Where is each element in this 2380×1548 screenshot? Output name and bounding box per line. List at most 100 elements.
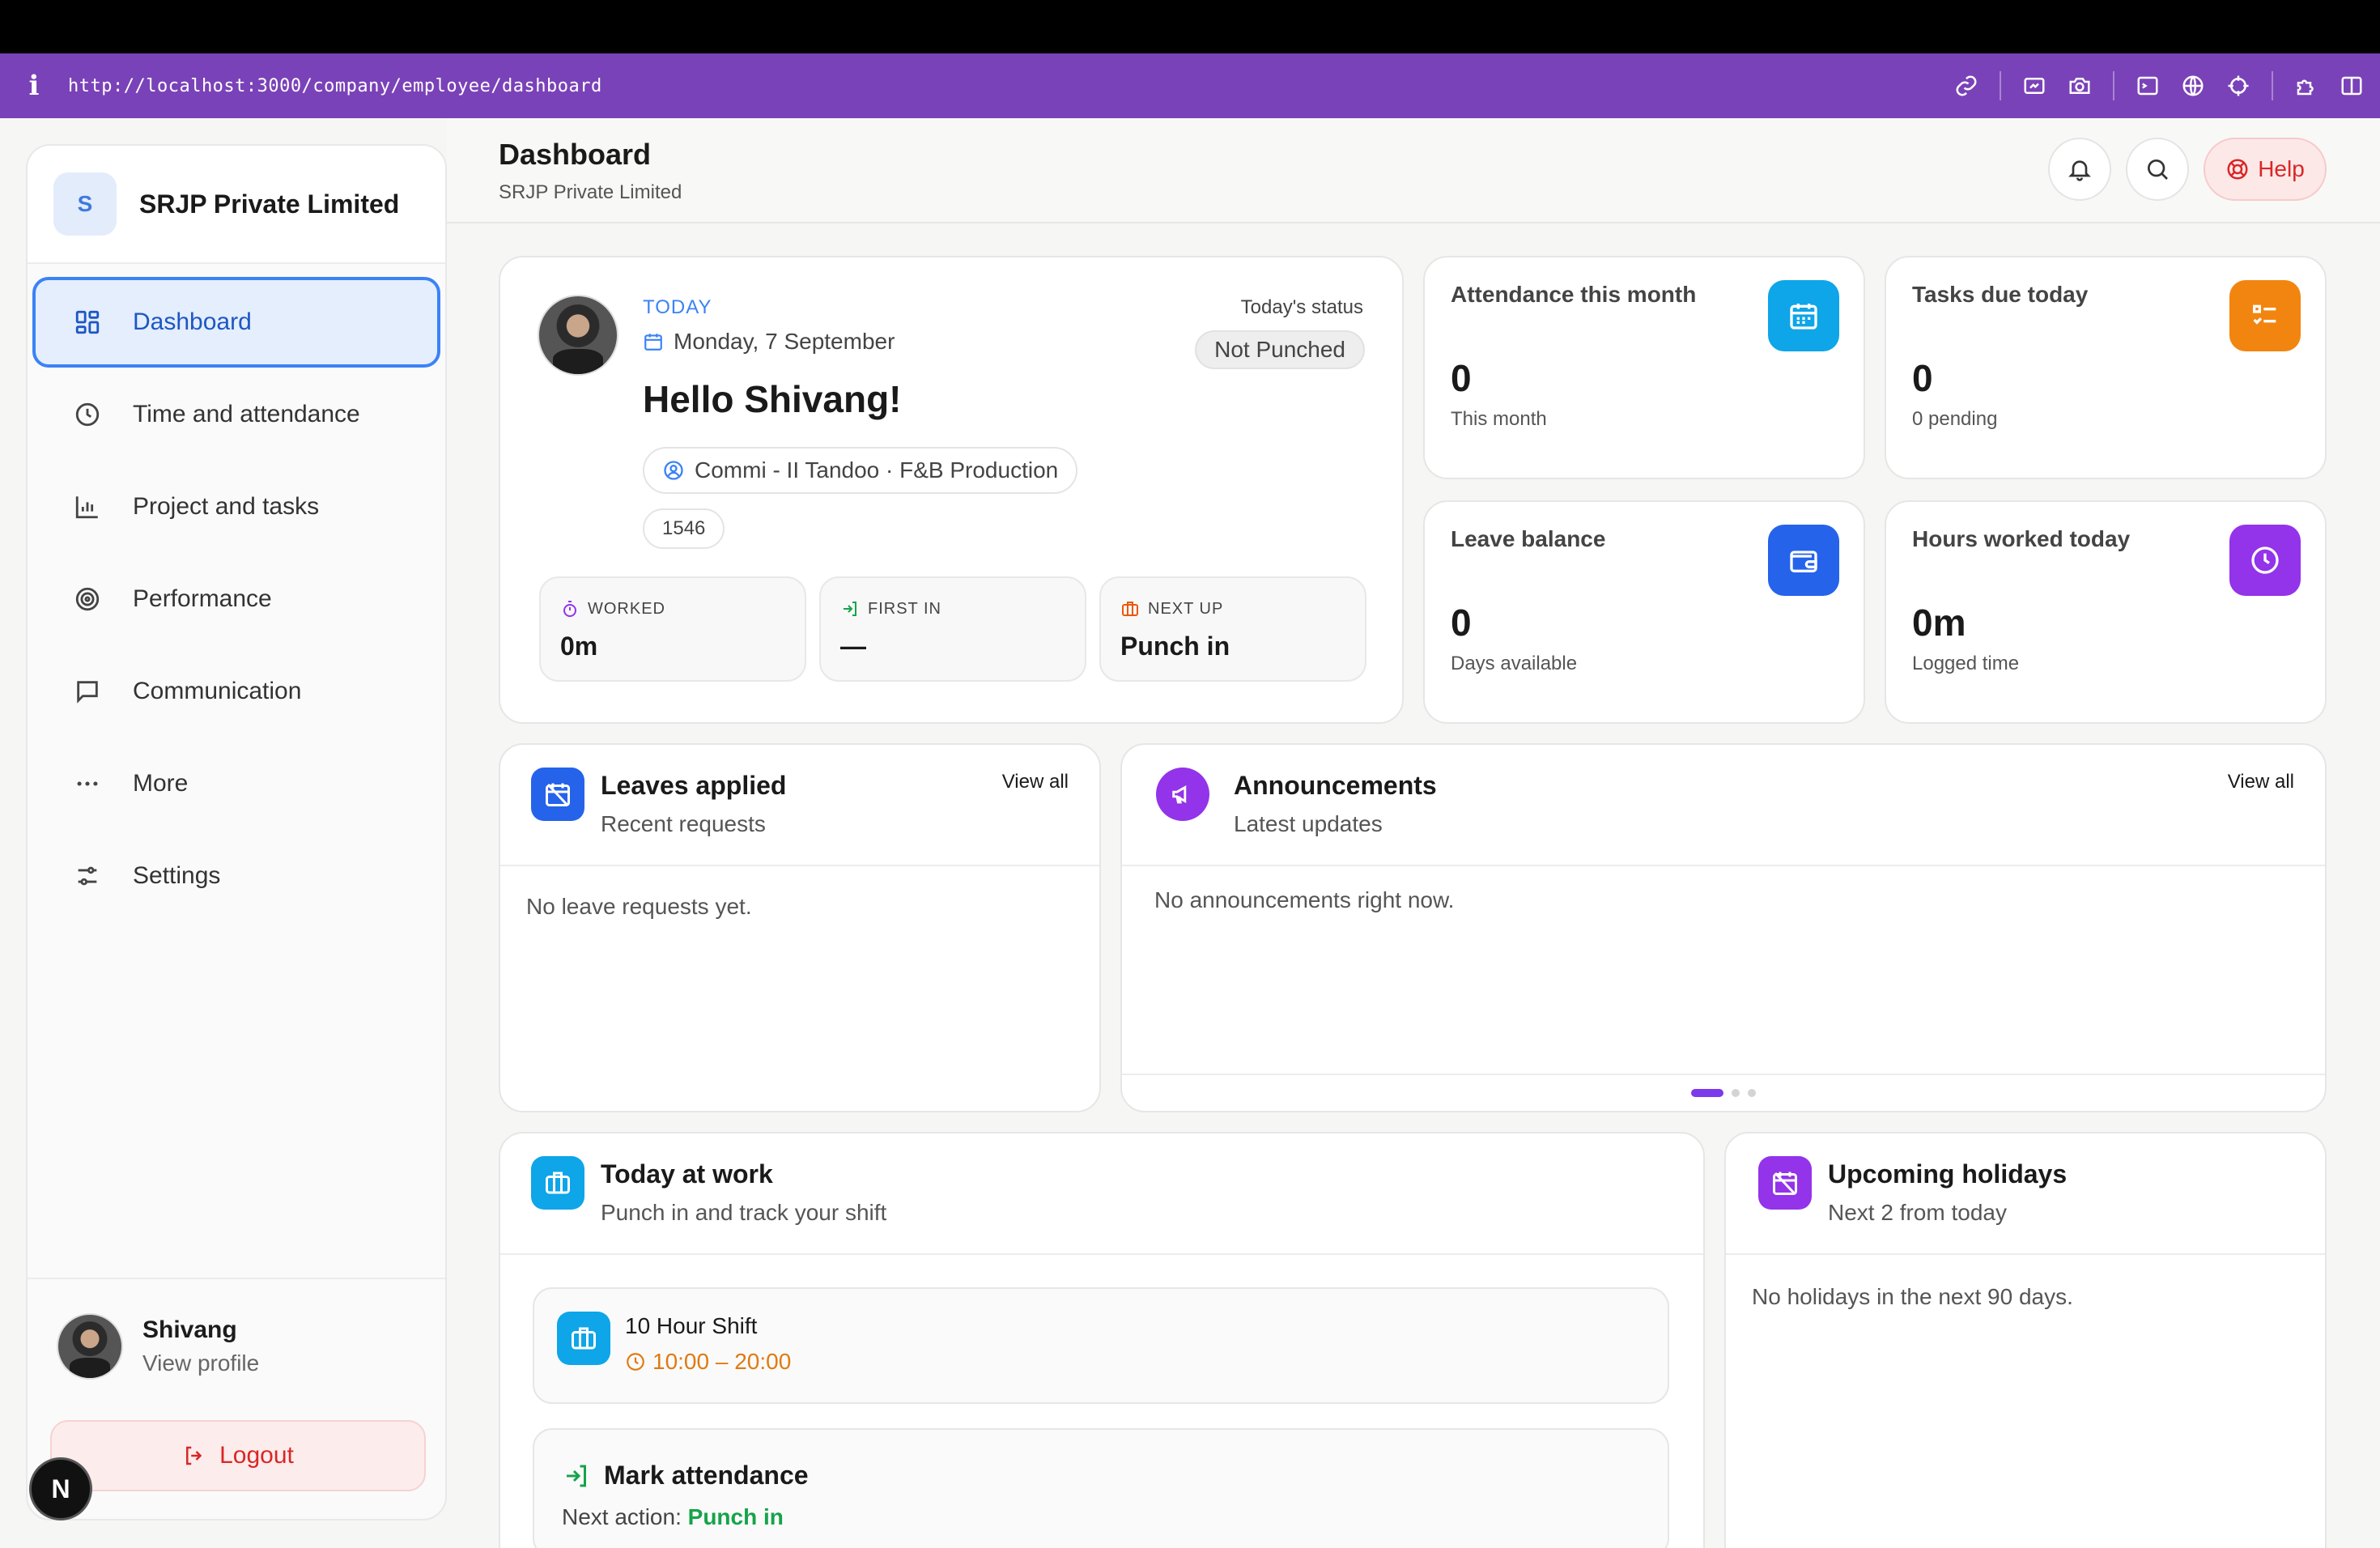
profile-name: Shivang [142, 1316, 237, 1343]
view-profile-link[interactable]: Shivang View profile [28, 1279, 445, 1380]
next-action-row: Next action: Punch in [562, 1504, 784, 1530]
browser-toolbar [1954, 53, 2364, 118]
carousel-dot[interactable] [1732, 1089, 1740, 1097]
target-icon [71, 583, 104, 615]
carousel-dot[interactable] [1691, 1089, 1723, 1097]
avatar-photo [538, 295, 618, 376]
url-text[interactable]: http://localhost:3000/company/employee/d… [68, 76, 602, 96]
stat-value: 0m [1912, 602, 1966, 644]
section-subtitle: Latest updates [1234, 811, 1383, 836]
company-avatar: S [53, 172, 117, 236]
today-label: TODAY [643, 296, 712, 318]
search-button[interactable] [2126, 138, 2189, 201]
view-all-link[interactable]: View all [1002, 771, 1069, 793]
greeting-card: TODAY Monday, 7 September Hello Shivang!… [499, 256, 1404, 724]
section-header: Today at work Punch in and track your sh… [500, 1133, 1703, 1255]
calendar-icon [644, 334, 662, 351]
company-name: SRJP Private Limited [139, 189, 400, 219]
sidebar-item-communication[interactable]: Communication [32, 646, 440, 737]
date-row: Monday, 7 September [643, 329, 895, 355]
terminal-icon[interactable] [2136, 74, 2160, 98]
punch-in-link[interactable]: Punch in [688, 1504, 784, 1529]
stat-subtitle: 0 pending [1912, 408, 1998, 430]
company-brand[interactable]: S SRJP Private Limited [28, 146, 445, 264]
tasks-stat-card[interactable]: Tasks due today 0 0 pending [1885, 256, 2327, 479]
mark-attendance-title: Mark attendance [604, 1461, 809, 1490]
screenshot-icon[interactable] [2022, 74, 2046, 98]
camera-icon[interactable] [2068, 74, 2092, 98]
mark-attendance-title-row: Mark attendance [562, 1461, 809, 1491]
sidebar-item-performance[interactable]: Performance [32, 554, 440, 644]
dev-tools-badge[interactable]: N [29, 1457, 92, 1520]
announcements-card: Announcements Latest updates View all No… [1120, 743, 2327, 1112]
link-icon[interactable] [1954, 74, 1978, 98]
toolbar-divider [2272, 71, 2273, 100]
attendance-stat-card[interactable]: Attendance this month 0 This month [1423, 256, 1865, 479]
stat-title: Attendance this month [1451, 282, 1697, 307]
sidebar-item-project-tasks[interactable]: Project and tasks [32, 461, 440, 552]
next-up-label: NEXT UP [1148, 599, 1224, 618]
first-in-value: — [840, 632, 866, 661]
empty-state: No holidays in the next 90 days. [1752, 1284, 2073, 1309]
next-action-label: Next action: [562, 1504, 682, 1529]
bell-icon [2068, 160, 2091, 181]
clock-icon [2229, 525, 2301, 596]
worked-label: WORKED [588, 599, 665, 618]
calendar-off-icon [531, 768, 584, 821]
clock-icon [627, 1353, 644, 1371]
avatar [57, 1313, 123, 1380]
view-all-link[interactable]: View all [2228, 771, 2294, 793]
crosshair-icon[interactable] [2226, 74, 2250, 98]
view-profile-label: View profile [142, 1350, 260, 1376]
sidebar-item-more[interactable]: More [32, 738, 440, 829]
role-badge: Commi - II Tandoo · F&B Production [643, 447, 1078, 494]
section-subtitle: Recent requests [601, 811, 766, 836]
chart-icon [71, 491, 104, 523]
shift-time-row: 10:00 – 20:00 [625, 1349, 791, 1375]
sidebar-item-settings[interactable]: Settings [32, 831, 440, 921]
next-up-tile: NEXT UP Punch in [1099, 576, 1366, 682]
message-icon [71, 675, 104, 708]
carousel-pagination [1122, 1074, 2325, 1111]
next-up-value: Punch in [1120, 632, 1230, 661]
stat-subtitle: Days available [1451, 653, 1578, 674]
sidebar-item-dashboard[interactable]: Dashboard [32, 277, 440, 368]
globe-icon[interactable] [2181, 74, 2205, 98]
section-subtitle: Next 2 from today [1828, 1200, 2007, 1225]
hours-worked-stat-card[interactable]: Hours worked today 0m Logged time [1885, 500, 2327, 724]
stat-value: 0 [1451, 602, 1472, 644]
role-label: Commi - II Tandoo · F&B Production [695, 457, 1059, 483]
mark-attendance-panel[interactable]: Mark attendance Next action: Punch in [533, 1428, 1669, 1548]
stat-title: Leave balance [1451, 526, 1606, 551]
carousel-dot[interactable] [1748, 1089, 1756, 1097]
worked-tile: WORKED 0m [539, 576, 806, 682]
empty-state: No announcements right now. [1154, 887, 1455, 912]
sidebar-item-label: Settings [133, 862, 221, 889]
sliders-icon [71, 860, 104, 892]
stat-value: 0 [1912, 357, 1933, 399]
toolbar-divider [2000, 71, 2001, 100]
worked-label-row: WORKED [560, 599, 665, 619]
address-bar: i http://localhost:3000/company/employee… [0, 53, 2380, 118]
notifications-button[interactable] [2048, 138, 2111, 201]
login-icon [567, 1465, 586, 1486]
stat-title: Tasks due today [1912, 282, 2089, 307]
sidebar-item-label: Time and attendance [133, 401, 360, 427]
sidebar-item-label: Performance [133, 585, 272, 612]
leave-balance-stat-card[interactable]: Leave balance 0 Days available [1423, 500, 1865, 724]
help-button[interactable]: Help [2204, 138, 2327, 201]
briefcase-icon [1122, 602, 1138, 616]
section-title: Leaves applied [601, 771, 787, 800]
logout-button[interactable]: Logout [50, 1420, 426, 1491]
info-icon[interactable]: i [0, 70, 68, 102]
sidebar-item-time-attendance[interactable]: Time and attendance [32, 369, 440, 460]
calendar-off-icon [1758, 1156, 1812, 1210]
login-icon [844, 602, 856, 616]
sidebar-item-label: Communication [133, 678, 302, 704]
status-label: Today's status [1240, 296, 1363, 318]
sidebar-item-label: Project and tasks [133, 493, 320, 520]
megaphone-icon [1156, 768, 1209, 821]
sidebar-toggle-icon[interactable] [2340, 74, 2364, 98]
stopwatch-icon [563, 601, 576, 617]
puzzle-icon[interactable] [2294, 74, 2318, 98]
